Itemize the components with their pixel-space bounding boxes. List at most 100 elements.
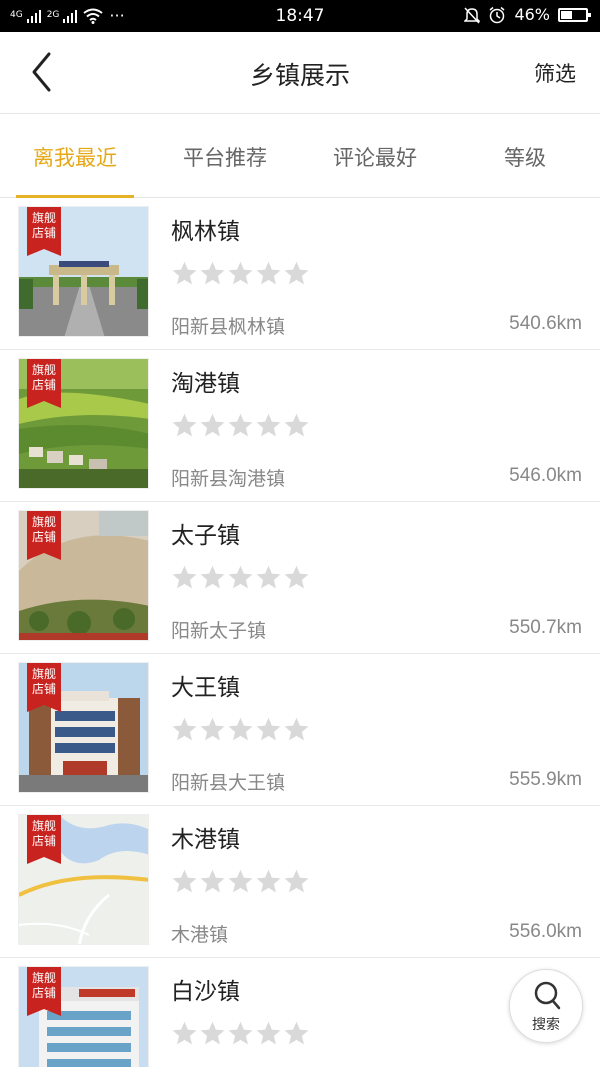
- chevron-left-icon: [32, 52, 51, 92]
- star-icon: [172, 261, 197, 285]
- tab-nearest[interactable]: 离我最近: [0, 115, 150, 198]
- flagship-badge: 旗舰 店铺: [27, 815, 61, 864]
- mute-icon: [464, 6, 481, 24]
- list-item[interactable]: 旗舰 店铺 大王镇 阳新县大王镇 555.9km: [0, 654, 600, 806]
- star-icon: [284, 717, 309, 741]
- tab-level[interactable]: 等级: [450, 115, 600, 198]
- star-icon: [284, 413, 309, 437]
- tab-label: 等级: [504, 146, 546, 170]
- star-icon: [200, 869, 225, 893]
- star-icon: [284, 869, 309, 893]
- star-icon: [228, 1021, 253, 1045]
- town-name: 木港镇: [171, 827, 240, 853]
- star-icon: [200, 413, 225, 437]
- list-item[interactable]: 旗舰 店铺 木港镇 木港镇 556.0km: [0, 806, 600, 958]
- town-address: 阳新县淘港镇: [171, 468, 286, 490]
- town-name: 白沙镇: [171, 979, 240, 1005]
- town-name: 大王镇: [171, 675, 240, 701]
- page-title: 乡镇展示: [249, 61, 350, 90]
- badge-line-2: 店铺: [31, 378, 56, 392]
- rating-stars: [171, 1020, 310, 1047]
- badge-line-2: 店铺: [31, 682, 56, 696]
- town-address: 阳新县大王镇: [171, 772, 286, 794]
- star-icon: [256, 565, 281, 589]
- town-photo: 旗舰 店铺: [18, 510, 149, 641]
- town-distance: 540.6km: [509, 313, 582, 334]
- search-icon: [534, 981, 561, 1010]
- town-photo: 旗舰 店铺: [18, 358, 149, 489]
- list-item[interactable]: 旗舰 店铺 淘港镇 阳新县淘港镇 546.0km: [0, 350, 600, 502]
- battery-percent: 46%: [514, 5, 550, 24]
- star-icon: [256, 1021, 281, 1045]
- tab-best-reviewed[interactable]: 评论最好: [300, 115, 450, 198]
- list-item[interactable]: 旗舰 店铺 太子镇 阳新太子镇 550.7km: [0, 502, 600, 654]
- town-name: 淘港镇: [171, 371, 240, 397]
- badge-line-1: 旗舰: [31, 819, 56, 833]
- rating-stars: [171, 564, 310, 591]
- flagship-badge: 旗舰 店铺: [27, 967, 61, 1016]
- badge-line-1: 旗舰: [31, 363, 56, 377]
- search-button[interactable]: 搜索: [509, 969, 583, 1043]
- star-icon: [228, 413, 253, 437]
- town-name: 枫林镇: [171, 219, 240, 245]
- badge-line-2: 店铺: [31, 986, 56, 1000]
- star-icon: [200, 717, 225, 741]
- star-icon: [284, 1021, 309, 1045]
- list-item[interactable]: 旗舰 店铺 枫林镇 阳新县枫林镇 540.6km: [0, 198, 600, 350]
- rating-stars: [171, 412, 310, 439]
- rating-stars: [171, 260, 310, 287]
- flagship-badge: 旗舰 店铺: [27, 207, 61, 256]
- town-address: 木港镇: [171, 924, 229, 946]
- badge-line-1: 旗舰: [31, 667, 56, 681]
- battery-icon: [558, 7, 591, 22]
- star-icon: [228, 565, 253, 589]
- star-icon: [284, 261, 309, 285]
- star-icon: [172, 565, 197, 589]
- filter-button[interactable]: 筛选: [534, 58, 576, 88]
- tab-label: 平台推荐: [183, 146, 267, 170]
- town-distance: 550.7km: [509, 617, 582, 638]
- flagship-badge: 旗舰 店铺: [27, 511, 61, 560]
- rating-stars: [171, 716, 310, 743]
- town-photo: 旗舰 店铺: [18, 206, 149, 337]
- tab-recommended[interactable]: 平台推荐: [150, 115, 300, 198]
- badge-line-1: 旗舰: [31, 971, 56, 985]
- star-icon: [172, 869, 197, 893]
- star-icon: [200, 565, 225, 589]
- star-icon: [228, 261, 253, 285]
- star-icon: [228, 717, 253, 741]
- town-distance: 555.9km: [509, 769, 582, 790]
- star-icon: [200, 1021, 225, 1045]
- back-button[interactable]: [22, 50, 66, 94]
- star-icon: [172, 1021, 197, 1045]
- status-bar: 4G 2G ··· 18:47 46%: [0, 0, 600, 32]
- alarm-icon: [489, 6, 505, 23]
- header: 乡镇展示 筛选: [0, 32, 600, 114]
- star-icon: [256, 717, 281, 741]
- rating-stars: [171, 868, 310, 895]
- star-icon: [256, 413, 281, 437]
- star-icon: [256, 869, 281, 893]
- star-icon: [172, 717, 197, 741]
- town-list: 旗舰 店铺 枫林镇 阳新县枫林镇 540.6km 旗舰 店铺 淘港镇 阳新县淘港…: [0, 198, 600, 1067]
- badge-line-2: 店铺: [31, 834, 56, 848]
- status-right: 46%: [464, 5, 591, 24]
- tab-label: 离我最近: [33, 146, 117, 170]
- search-label: 搜索: [532, 1017, 560, 1033]
- badge-line-2: 店铺: [31, 530, 56, 544]
- star-icon: [172, 413, 197, 437]
- town-address: 阳新太子镇: [171, 620, 267, 642]
- star-icon: [228, 869, 253, 893]
- tab-label: 评论最好: [333, 146, 417, 170]
- sort-tabs: 离我最近 平台推荐 评论最好 等级: [0, 115, 600, 198]
- badge-line-1: 旗舰: [31, 515, 56, 529]
- town-map: 旗舰 店铺: [18, 814, 149, 945]
- town-name: 太子镇: [171, 523, 240, 549]
- badge-line-1: 旗舰: [31, 211, 56, 225]
- town-address: 阳新县枫林镇: [171, 316, 286, 338]
- flagship-badge: 旗舰 店铺: [27, 359, 61, 408]
- badge-line-2: 店铺: [31, 226, 56, 240]
- town-photo: 旗舰 店铺: [18, 966, 149, 1067]
- star-icon: [284, 565, 309, 589]
- town-photo: 旗舰 店铺: [18, 662, 149, 793]
